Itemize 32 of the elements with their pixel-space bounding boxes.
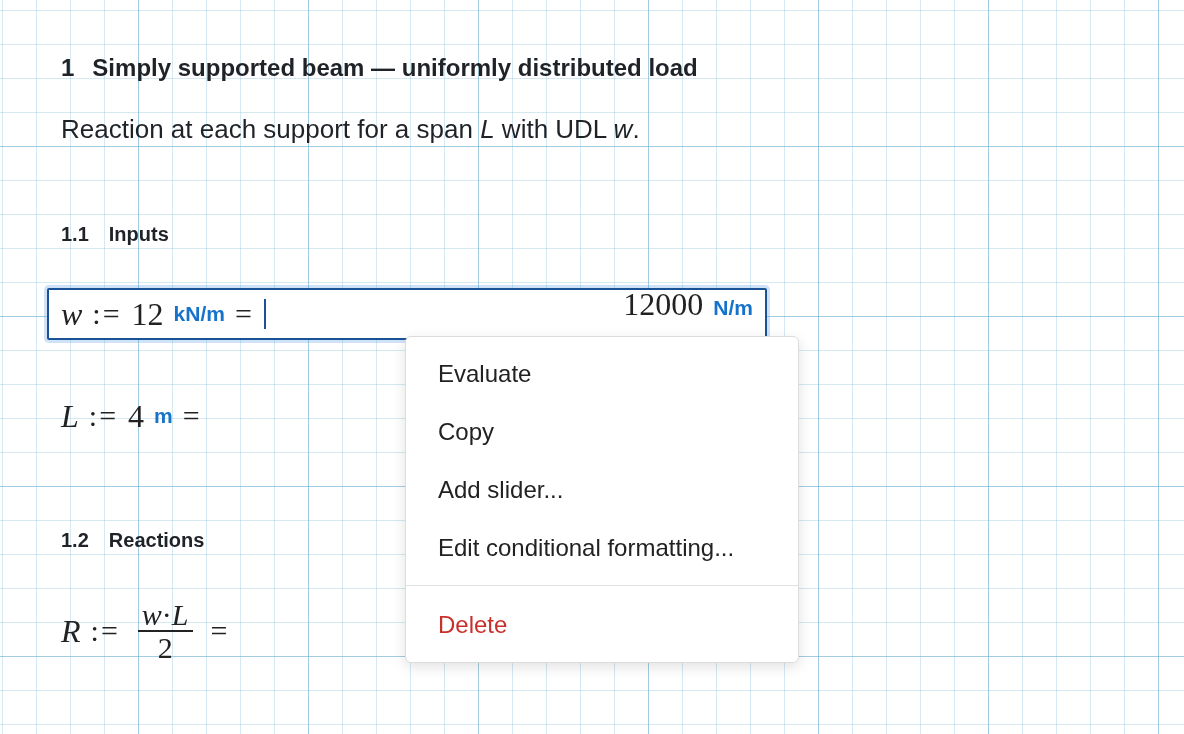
math-region[interactable]: w := 12 kN/m = 12000 N/m [47, 288, 767, 340]
section-number: 1.2 [61, 528, 89, 552]
variable-name: w [61, 295, 83, 333]
section-number: 1 [61, 54, 75, 82]
equals-sign: = [210, 614, 230, 648]
menu-item[interactable]: Copy [406, 403, 798, 461]
variable-name: R [61, 612, 81, 650]
equals-sign: = [182, 399, 202, 433]
assign-operator: := [90, 614, 120, 648]
variable-name: L [61, 397, 79, 435]
assign-operator: := [88, 399, 119, 433]
menu-item[interactable]: Add slider... [406, 461, 798, 519]
number-value: 4 [128, 397, 145, 435]
subsection-title: Reactions [108, 528, 205, 552]
assign-operator: := [92, 297, 122, 331]
fraction: w·L 2 [137, 598, 193, 664]
unit-label: m [154, 404, 173, 428]
section-title: Simply supported beam — uniformly distributed load [92, 54, 698, 82]
menu-item[interactable]: Delete [406, 596, 798, 654]
result-unit: N/m [713, 296, 753, 320]
menu-item[interactable]: Evaluate [406, 345, 798, 403]
text-cursor [263, 299, 266, 329]
subsection-title: Inputs [108, 222, 169, 246]
section-number: 1.1 [61, 222, 89, 246]
equals-sign: = [234, 297, 254, 331]
description-text: Reaction at each support for a span L with UDL w. [61, 114, 641, 146]
math-region[interactable]: L := 4 m = [47, 390, 216, 442]
number-value: 12 [131, 295, 164, 333]
menu-item[interactable]: Edit conditional formatting... [406, 519, 798, 577]
unit-label: kN/m [173, 302, 225, 326]
math-region[interactable]: R := w·L 2 = [47, 594, 244, 668]
result-value: 12000 [623, 286, 704, 323]
